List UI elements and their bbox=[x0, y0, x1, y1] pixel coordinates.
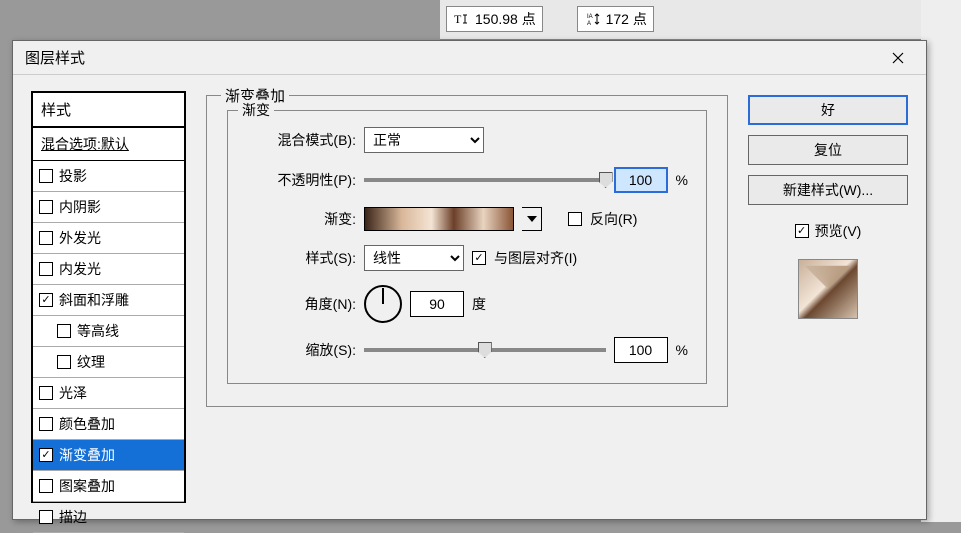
style-row-7[interactable]: 光泽 bbox=[33, 378, 184, 409]
style-label: 投影 bbox=[59, 166, 87, 186]
dialog-title: 图层样式 bbox=[25, 47, 85, 68]
style-checkbox[interactable] bbox=[57, 324, 71, 338]
preview-swatch bbox=[798, 259, 858, 319]
gradient-dropdown-button[interactable] bbox=[522, 207, 542, 231]
scale-label: 缩放(S): bbox=[246, 340, 356, 360]
style-checkbox[interactable] bbox=[39, 293, 53, 307]
style-row-4[interactable]: 斜面和浮雕 bbox=[33, 285, 184, 316]
style-label: 样式(S): bbox=[246, 248, 356, 268]
degree-label: 度 bbox=[472, 294, 486, 314]
close-button[interactable] bbox=[878, 44, 918, 72]
angle-input[interactable] bbox=[410, 291, 464, 317]
layer-style-dialog: 图层样式 样式 混合选项:默认 投影内阴影外发光内发光斜面和浮雕等高线纹理光泽颜… bbox=[12, 40, 927, 520]
style-checkbox[interactable] bbox=[39, 479, 53, 493]
style-label: 颜色叠加 bbox=[59, 414, 115, 434]
scale-input[interactable] bbox=[614, 337, 668, 363]
style-row-9[interactable]: 渐变叠加 bbox=[33, 440, 184, 471]
svg-text:IA: IA bbox=[587, 14, 593, 20]
styles-list-panel: 样式 混合选项:默认 投影内阴影外发光内发光斜面和浮雕等高线纹理光泽颜色叠加渐变… bbox=[31, 91, 186, 503]
titlebar: 图层样式 bbox=[13, 41, 926, 75]
angle-dial[interactable] bbox=[364, 285, 402, 323]
style-label: 图案叠加 bbox=[59, 476, 115, 496]
app-right-panel-fragment bbox=[921, 0, 961, 522]
style-row-1[interactable]: 内阴影 bbox=[33, 192, 184, 223]
opacity-input[interactable] bbox=[614, 167, 668, 193]
angle-label: 角度(N): bbox=[246, 294, 356, 314]
style-checkbox[interactable] bbox=[39, 417, 53, 431]
preview-checkbox[interactable] bbox=[795, 224, 809, 238]
styles-header[interactable]: 样式 bbox=[33, 93, 184, 128]
reverse-checkbox[interactable] bbox=[568, 212, 582, 226]
style-label: 等高线 bbox=[77, 321, 119, 341]
fontsize-icon: T bbox=[453, 10, 471, 28]
opacity-slider[interactable] bbox=[364, 178, 606, 182]
style-checkbox[interactable] bbox=[39, 200, 53, 214]
percent-label-2: % bbox=[676, 342, 688, 358]
style-label: 内阴影 bbox=[59, 197, 101, 217]
style-checkbox[interactable] bbox=[39, 262, 53, 276]
app-toolbar-fragment: T 150.98 点 IAA 172 点 bbox=[440, 0, 961, 40]
blend-options-header[interactable]: 混合选项:默认 bbox=[33, 128, 184, 161]
scale-slider[interactable] bbox=[364, 348, 606, 352]
style-label: 描边 bbox=[59, 507, 87, 527]
style-row-8[interactable]: 颜色叠加 bbox=[33, 409, 184, 440]
blend-mode-label: 混合模式(B): bbox=[246, 130, 356, 150]
style-label: 光泽 bbox=[59, 383, 87, 403]
style-checkbox[interactable] bbox=[39, 448, 53, 462]
leading-icon: IAA bbox=[584, 10, 602, 28]
reset-button[interactable]: 复位 bbox=[748, 135, 908, 165]
reverse-label: 反向(R) bbox=[590, 209, 637, 229]
svg-text:A: A bbox=[587, 21, 591, 27]
style-label: 纹理 bbox=[77, 352, 105, 372]
close-icon bbox=[892, 52, 904, 64]
style-label: 外发光 bbox=[59, 228, 101, 248]
style-row-11[interactable]: 描边 bbox=[33, 502, 184, 533]
style-row-5[interactable]: 等高线 bbox=[33, 316, 184, 347]
style-row-2[interactable]: 外发光 bbox=[33, 223, 184, 254]
gradient-label: 渐变: bbox=[246, 209, 356, 229]
style-checkbox[interactable] bbox=[39, 169, 53, 183]
blend-mode-select[interactable]: 正常 bbox=[364, 127, 484, 153]
align-label: 与图层对齐(I) bbox=[494, 248, 577, 268]
gradient-style-select[interactable]: 线性 bbox=[364, 245, 464, 271]
style-checkbox[interactable] bbox=[57, 355, 71, 369]
style-row-6[interactable]: 纹理 bbox=[33, 347, 184, 378]
style-row-0[interactable]: 投影 bbox=[33, 161, 184, 192]
opacity-label: 不透明性(P): bbox=[246, 170, 356, 190]
ok-button[interactable]: 好 bbox=[748, 95, 908, 125]
style-label: 斜面和浮雕 bbox=[59, 290, 129, 310]
svg-text:T: T bbox=[454, 12, 462, 26]
gradient-section-title: 渐变 bbox=[238, 100, 274, 120]
align-checkbox[interactable] bbox=[472, 251, 486, 265]
new-style-button[interactable]: 新建样式(W)... bbox=[748, 175, 908, 205]
chevron-down-icon bbox=[527, 216, 537, 222]
gradient-swatch[interactable] bbox=[364, 207, 514, 231]
leading-field[interactable]: IAA 172 点 bbox=[577, 6, 654, 32]
fontsize-value: 150.98 点 bbox=[475, 9, 536, 29]
style-checkbox[interactable] bbox=[39, 386, 53, 400]
percent-label: % bbox=[676, 172, 688, 188]
preview-label: 预览(V) bbox=[815, 221, 862, 241]
style-label: 渐变叠加 bbox=[59, 445, 115, 465]
dialog-buttons: 好 复位 新建样式(W)... 预览(V) bbox=[748, 91, 908, 503]
style-row-10[interactable]: 图案叠加 bbox=[33, 471, 184, 502]
style-checkbox[interactable] bbox=[39, 231, 53, 245]
style-row-3[interactable]: 内发光 bbox=[33, 254, 184, 285]
fontsize-field[interactable]: T 150.98 点 bbox=[446, 6, 543, 32]
leading-value: 172 点 bbox=[606, 9, 647, 29]
options-panel: 渐变叠加 渐变 混合模式(B): 正常 不透明性(P): % bbox=[206, 91, 728, 503]
style-label: 内发光 bbox=[59, 259, 101, 279]
